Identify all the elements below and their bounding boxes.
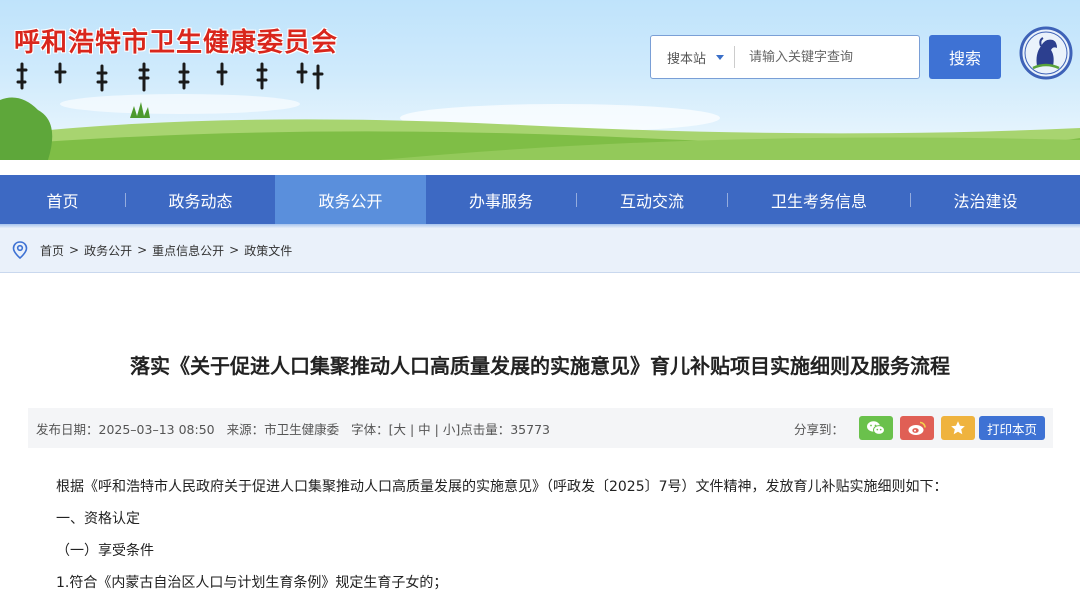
click-count: 点击量：35773: [460, 421, 550, 437]
main-nav: 首页 政务动态 政务公开 办事服务 互动交流 卫生考务信息 法治建设: [0, 175, 1080, 224]
article-paragraph: 一、资格认定: [56, 511, 140, 527]
breadcrumb-item-policy-docs[interactable]: 政策文件: [244, 242, 292, 259]
site-title: 呼和浩特市卫生健康委员会: [14, 28, 339, 58]
search-button[interactable]: 搜索: [929, 35, 1001, 79]
nav-item-label: 首页: [46, 191, 79, 211]
mongolian-script-title: [16, 62, 324, 92]
breadcrumb-separator: >: [137, 243, 148, 257]
nav-item-label: 法治建设: [953, 191, 1018, 211]
nav-item-label: 政务公开: [318, 191, 383, 211]
nav-item-public-affairs[interactable]: 政务公开: [275, 175, 426, 224]
share-label: 分享到：: [793, 421, 844, 437]
favorite-button[interactable]: [940, 416, 975, 440]
nav-item-services[interactable]: 办事服务: [426, 175, 576, 224]
breadcrumb-separator: >: [69, 243, 80, 257]
breadcrumb-item-public-affairs[interactable]: 政务公开: [84, 242, 132, 259]
caret-down-icon: [716, 54, 725, 60]
location-pin-icon: [12, 241, 28, 259]
wechat-icon: [866, 421, 885, 435]
star-icon: [951, 421, 965, 435]
font-size-switch[interactable]: 字体：[大 | 中 | 小]: [351, 419, 460, 438]
share-toolbar: 分享到： 打印本页: [794, 416, 1053, 440]
breadcrumb-separator: >: [229, 243, 240, 257]
publish-date: 发布日期：2025–03–13 08:50: [36, 421, 215, 437]
breadcrumb-trail: 首页 > 政务公开 > 重点信息公开 > 政策文件: [40, 242, 292, 259]
article-source: 来源：市卫生健康委: [226, 421, 340, 437]
search-input[interactable]: [735, 37, 919, 77]
horse-emblem-logo[interactable]: [1019, 26, 1073, 80]
article-body: 根据《呼和浩特市人民政府关于促进人口集聚推动人口高质量发展的实施意见》（呼政发〔…: [56, 476, 1046, 592]
nav-item-interaction[interactable]: 互动交流: [577, 175, 727, 224]
article-meta-bar: 发布日期：2025–03–13 08:50 来源：市卫生健康委 字体：[大 | …: [28, 408, 1053, 448]
weibo-icon: [908, 421, 926, 435]
nav-item-label: 政务动态: [168, 191, 233, 211]
breadcrumb-item-key-info[interactable]: 重点信息公开: [152, 242, 224, 259]
nav-item-label: 卫生考务信息: [770, 191, 867, 211]
breadcrumb-item-home[interactable]: 首页: [40, 242, 64, 259]
nav-item-exam-info[interactable]: 卫生考务信息: [728, 175, 910, 224]
share-weibo-button[interactable]: [899, 416, 934, 440]
search-scope-label: 搜本站: [667, 51, 707, 67]
search-box: 搜本站: [650, 35, 920, 79]
nav-item-legal[interactable]: 法治建设: [911, 175, 1060, 224]
nav-item-label: 互动交流: [619, 191, 684, 211]
share-wechat-button[interactable]: [858, 416, 893, 440]
article-paragraph: 根据《呼和浩特市人民政府关于促进人口集聚推动人口高质量发展的实施意见》（呼政发〔…: [56, 479, 948, 495]
article-title: 落实《关于促进人口集聚推动人口高质量发展的实施意见》育儿补贴项目实施细则及服务流…: [130, 354, 950, 378]
print-button[interactable]: 打印本页: [978, 416, 1045, 440]
search-scope-dropdown[interactable]: 搜本站: [651, 48, 734, 67]
breadcrumb: 首页 > 政务公开 > 重点信息公开 > 政策文件: [0, 228, 1080, 273]
article-paragraph: （一）享受条件: [56, 543, 154, 559]
site-header: 呼和浩特市卫生健康委员会 搜本站 搜索: [0, 0, 1080, 160]
nav-item-label: 办事服务: [468, 191, 533, 211]
nav-item-news[interactable]: 政务动态: [126, 175, 275, 224]
article-paragraph: 1.符合《内蒙古自治区人口与计划生育条例》规定生育子女的；: [56, 575, 448, 591]
article-meta: 发布日期：2025–03–13 08:50 来源：市卫生健康委 字体：[大 | …: [28, 419, 550, 438]
nav-item-home[interactable]: 首页: [0, 175, 125, 224]
